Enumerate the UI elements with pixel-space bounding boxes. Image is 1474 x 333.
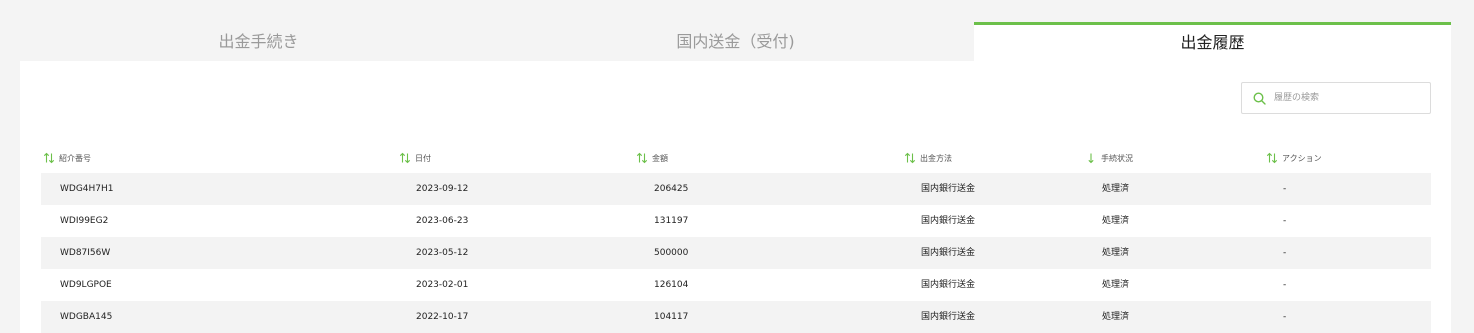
cell-action: - — [1283, 312, 1287, 322]
cell-method: 国内銀行送金 — [921, 216, 976, 226]
cell-status: 処理済 — [1102, 248, 1130, 258]
column-header-status[interactable]: 手続状況 — [1085, 149, 1133, 167]
cell-amount: 131197 — [654, 216, 689, 226]
cell-action: - — [1283, 184, 1287, 194]
cell-action: - — [1283, 216, 1287, 226]
cell-method: 国内銀行送金 — [921, 248, 976, 258]
column-header-label: 日付 — [415, 153, 431, 163]
sort-both-icon — [399, 152, 411, 164]
search-icon — [1253, 92, 1266, 105]
column-header-label: 紹介番号 — [59, 153, 91, 163]
cell-reference-number: WDG4H7H1 — [60, 184, 114, 194]
column-header-date[interactable]: 日付 — [399, 149, 431, 167]
cell-action: - — [1283, 280, 1287, 290]
cell-status: 処理済 — [1102, 184, 1130, 194]
column-header-label: 手続状況 — [1101, 153, 1133, 163]
cell-reference-number: WDGBA145 — [60, 312, 113, 322]
cell-amount: 104117 — [654, 312, 689, 322]
cell-method: 国内銀行送金 — [921, 312, 976, 322]
history-panel: 紹介番号 日付 金額 出金方法 手続状況 アクション — [20, 61, 1451, 333]
tab-domestic-transfer[interactable]: 国内送金（受付) — [497, 22, 974, 61]
column-header-action[interactable]: アクション — [1266, 149, 1322, 167]
sort-both-icon — [43, 152, 55, 164]
column-header-withdrawal-method[interactable]: 出金方法 — [904, 149, 952, 167]
tab-bar: 出金手続き 国内送金（受付) 出金履歴 — [20, 0, 1451, 61]
search-box[interactable] — [1241, 82, 1431, 114]
cell-date: 2023-06-23 — [416, 216, 469, 226]
cell-status: 処理済 — [1102, 312, 1130, 322]
column-header-label: アクション — [1282, 153, 1322, 163]
withdrawal-page: 出金手続き 国内送金（受付) 出金履歴 紹介番号 日付 金額 — [0, 0, 1474, 333]
tab-withdrawal-procedure[interactable]: 出金手続き — [20, 22, 497, 61]
cell-action: - — [1283, 248, 1287, 258]
cell-reference-number: WD9LGPOE — [60, 280, 112, 290]
search-input[interactable] — [1274, 89, 1424, 107]
cell-method: 国内銀行送金 — [921, 280, 976, 290]
table-row[interactable]: WDG4H7H1 2023-09-12 206425 国内銀行送金 処理済 - — [41, 173, 1431, 205]
cell-amount: 206425 — [654, 184, 689, 194]
sort-both-icon — [904, 152, 916, 164]
table-header: 紹介番号 日付 金額 出金方法 手続状況 アクション — [40, 149, 1431, 167]
table-row[interactable]: WD9LGPOE 2023-02-01 126104 国内銀行送金 処理済 - — [41, 269, 1431, 301]
table-row[interactable]: WD87I56W 2023-05-12 500000 国内銀行送金 処理済 - — [41, 237, 1431, 269]
cell-status: 処理済 — [1102, 216, 1130, 226]
column-header-label: 金額 — [652, 153, 668, 163]
cell-reference-number: WD87I56W — [60, 248, 111, 258]
column-header-reference-number[interactable]: 紹介番号 — [43, 149, 91, 167]
cell-method: 国内銀行送金 — [921, 184, 976, 194]
sort-both-icon — [1266, 152, 1278, 164]
cell-date: 2023-02-01 — [416, 280, 469, 290]
cell-date: 2023-09-12 — [416, 184, 469, 194]
column-header-label: 出金方法 — [920, 153, 952, 163]
column-header-amount[interactable]: 金額 — [636, 149, 668, 167]
cell-amount: 500000 — [654, 248, 689, 258]
sort-both-icon — [636, 152, 648, 164]
table-row[interactable]: WDI99EG2 2023-06-23 131197 国内銀行送金 処理済 - — [41, 205, 1431, 237]
tab-withdrawal-history[interactable]: 出金履歴 — [974, 22, 1451, 61]
table-row[interactable]: WDGBA145 2022-10-17 104117 国内銀行送金 処理済 - — [41, 301, 1431, 333]
cell-amount: 126104 — [654, 280, 689, 290]
cell-date: 2023-05-12 — [416, 248, 469, 258]
sort-down-icon — [1085, 152, 1097, 164]
cell-status: 処理済 — [1102, 280, 1130, 290]
cell-date: 2022-10-17 — [416, 312, 469, 322]
table-body: WDG4H7H1 2023-09-12 206425 国内銀行送金 処理済 - … — [41, 173, 1431, 333]
cell-reference-number: WDI99EG2 — [60, 216, 109, 226]
